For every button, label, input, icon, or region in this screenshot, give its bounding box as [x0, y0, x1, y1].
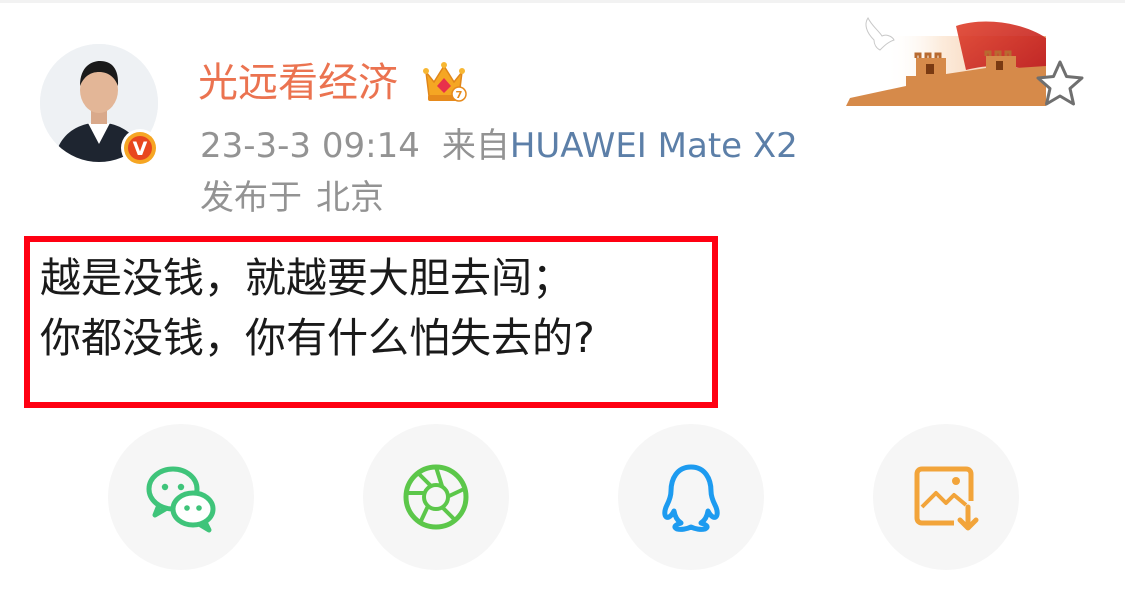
location-prefix: 发布于 [200, 178, 302, 218]
moments-icon [403, 464, 469, 530]
share-wechat-button[interactable] [108, 424, 254, 570]
username[interactable]: 光远看经济 [198, 58, 398, 108]
post-body: 越是没钱，就越要大胆去闯； 你都没钱，你有什么怕失去的? [40, 248, 595, 368]
post-location: 发布于 北京 [200, 176, 384, 220]
location-name: 北京 [316, 178, 384, 218]
device-link[interactable]: HUAWEI Mate X2 [510, 126, 798, 166]
verified-badge-icon: V [121, 129, 159, 167]
crown-member-icon[interactable]: 7 [420, 58, 468, 106]
share-save-image-button[interactable] [873, 424, 1019, 570]
wechat-icon [146, 466, 216, 533]
svg-text:7: 7 [456, 90, 463, 101]
post-timestamp: 23-3-3 09:14 [200, 126, 420, 166]
share-moments-button[interactable] [363, 424, 509, 570]
source-prefix: 来自 [441, 126, 510, 166]
post-meta: 23-3-3 09:14 来自HUAWEI Mate X2 [200, 124, 798, 168]
favorite-star-icon[interactable] [1034, 58, 1086, 110]
post-body-line: 你都没钱，你有什么怕失去的? [40, 314, 595, 362]
post-body-line: 越是没钱，就越要大胆去闯； [40, 254, 573, 302]
share-qq-button[interactable] [618, 424, 764, 570]
top-divider [0, 0, 1125, 3]
decorative-card-background-icon [846, 17, 1046, 106]
save-image-icon [914, 466, 979, 531]
verified-badge-letter: V [133, 138, 148, 160]
qq-icon [662, 464, 720, 532]
